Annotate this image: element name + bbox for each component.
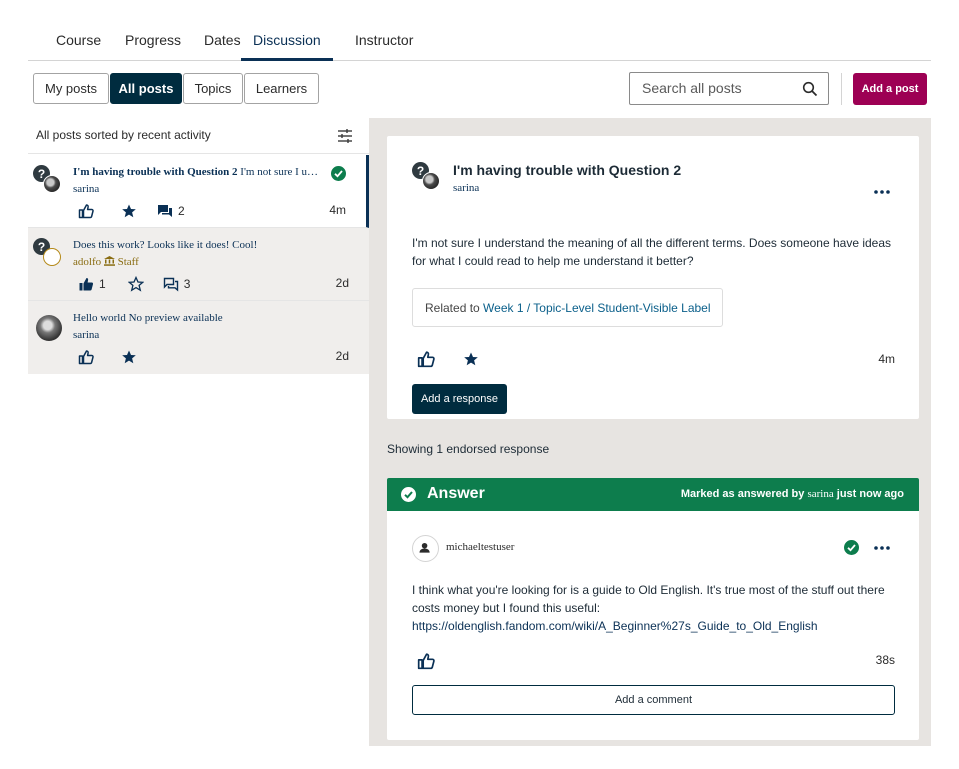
answer-link[interactable]: https://oldenglish.fandom.com/wiki/A_Beg… — [412, 619, 818, 633]
post-author-name: adolfo — [73, 256, 102, 268]
question-avatar: ? — [412, 162, 442, 192]
list-item[interactable]: ? I'm having trouble with Question 2 I'm… — [28, 155, 369, 228]
tab-dates[interactable]: Dates — [204, 32, 241, 61]
related-prefix: Related to — [425, 301, 480, 315]
post-time: 4m — [329, 203, 346, 217]
marked-prefix: Marked as answered by — [680, 488, 805, 500]
post-title: Hello world — [73, 312, 126, 324]
endorsed-count-label: Showing 1 endorsed response — [387, 442, 550, 456]
comment-count: 2 — [178, 204, 185, 218]
search-box — [629, 72, 829, 105]
post-time: 2d — [335, 349, 349, 363]
list-item[interactable]: ? Does this work? Looks like it does! Co… — [28, 228, 369, 301]
thread-pane: ? I'm having trouble with Question 2 sar… — [369, 118, 931, 746]
user-icon — [419, 542, 430, 553]
post-preview-text: I'm having trouble with Question 2 I'm n… — [73, 166, 323, 178]
filter-my-posts-button[interactable]: My posts — [33, 73, 109, 104]
add-post-button[interactable]: Add a post — [853, 73, 927, 105]
tab-instructor[interactable]: Instructor — [355, 32, 413, 61]
post-title: Does this work? — [73, 239, 145, 251]
thread-body: I'm not sure I understand the meaning of… — [412, 236, 892, 268]
answer-text: I think what you're looking for is a gui… — [412, 583, 885, 615]
like-count: 1 — [99, 277, 106, 291]
question-avatar: ? — [33, 165, 63, 195]
sort-bar: All posts sorted by recent activity — [28, 118, 369, 154]
thumbs-up-filled-icon[interactable] — [78, 276, 94, 292]
post-time: 2d — [335, 276, 349, 290]
thread-card: ? I'm having trouble with Question 2 sar… — [387, 136, 919, 419]
answered-check-icon — [331, 166, 346, 181]
answer-body: I think what you're looking for is a gui… — [412, 581, 907, 635]
post-preview-text: Hello world No preview available — [73, 312, 323, 324]
related-topic: Related to Week 1 / Topic-Level Student-… — [412, 288, 723, 327]
post-excerpt: I'm not sure I understand the meaning of… — [240, 166, 323, 178]
filter-learners-button[interactable]: Learners — [244, 73, 319, 104]
answer-header: Answer Marked as answered by sarina just… — [387, 478, 919, 511]
staff-label: Staff — [117, 256, 139, 268]
marked-by-user[interactable]: sarina — [807, 488, 833, 500]
question-avatar: ? — [33, 238, 63, 268]
filter-all-posts-button[interactable]: All posts — [110, 73, 182, 104]
avatar — [36, 315, 62, 341]
toolbar-divider — [841, 73, 842, 105]
add-comment-button[interactable]: Add a comment — [412, 685, 895, 715]
avatar — [43, 248, 61, 266]
star-icon[interactable] — [121, 349, 137, 365]
avatar — [43, 175, 61, 193]
post-excerpt: No preview available — [128, 312, 223, 324]
sort-label: All posts sorted by recent activity — [36, 128, 211, 142]
related-topic-link[interactable]: Week 1 / Topic-Level Student-Visible Lab… — [483, 301, 710, 315]
more-options-icon[interactable] — [872, 544, 892, 552]
comment-count: 3 — [183, 277, 191, 291]
thumbs-up-outline-icon[interactable] — [417, 350, 435, 368]
search-icon[interactable] — [802, 81, 818, 97]
thumbs-up-outline-icon[interactable] — [78, 203, 94, 219]
thread-author[interactable]: sarina — [453, 182, 479, 194]
answer-time: 38s — [875, 653, 895, 667]
post-excerpt: Looks like it does! Cool! — [147, 239, 258, 251]
thumbs-up-outline-icon[interactable] — [78, 349, 94, 365]
star-icon[interactable] — [121, 203, 137, 219]
add-response-button[interactable]: Add a response — [412, 384, 507, 414]
avatar — [422, 172, 440, 190]
post-author: adolfo Staff — [73, 256, 139, 268]
tab-progress[interactable]: Progress — [125, 32, 181, 61]
more-options-icon[interactable] — [872, 188, 892, 196]
tab-course[interactable]: Course — [56, 32, 101, 61]
comments-outline-icon[interactable] — [163, 276, 179, 292]
star-outline-icon[interactable] — [127, 276, 144, 292]
comments-icon[interactable] — [157, 203, 173, 219]
answer-card: Answer Marked as answered by sarina just… — [387, 478, 919, 740]
list-item[interactable]: Hello world No preview available sarina … — [28, 301, 369, 374]
post-author: sarina — [73, 183, 100, 195]
course-tabs: Course Progress Dates Discussion Instruc… — [28, 20, 931, 61]
post-preview-text: Does this work? Looks like it does! Cool… — [73, 239, 323, 251]
marked-answered-text: Marked as answered by sarina just now ag… — [681, 488, 904, 500]
post-list-pane: All posts sorted by recent activity ? I'… — [28, 118, 369, 769]
tab-discussion[interactable]: Discussion — [241, 32, 333, 61]
answer-author[interactable]: michaeltestuser — [446, 541, 514, 553]
filter-sliders-icon[interactable] — [337, 128, 353, 144]
thread-title: I'm having trouble with Question 2 — [453, 162, 682, 178]
filter-topics-button[interactable]: Topics — [183, 73, 243, 104]
thread-time: 4m — [878, 352, 895, 366]
answered-check-icon — [844, 540, 859, 555]
post-author: sarina — [73, 329, 100, 341]
staff-badge-icon — [103, 256, 115, 266]
avatar — [412, 535, 439, 562]
post-title: I'm having trouble with Question 2 — [73, 166, 238, 178]
marked-suffix: just now ago — [836, 488, 904, 500]
thumbs-up-outline-icon[interactable] — [417, 652, 435, 670]
answer-title: Answer — [427, 485, 485, 502]
star-icon[interactable] — [463, 351, 479, 367]
check-circle-icon — [401, 487, 416, 502]
search-input[interactable] — [642, 80, 792, 96]
